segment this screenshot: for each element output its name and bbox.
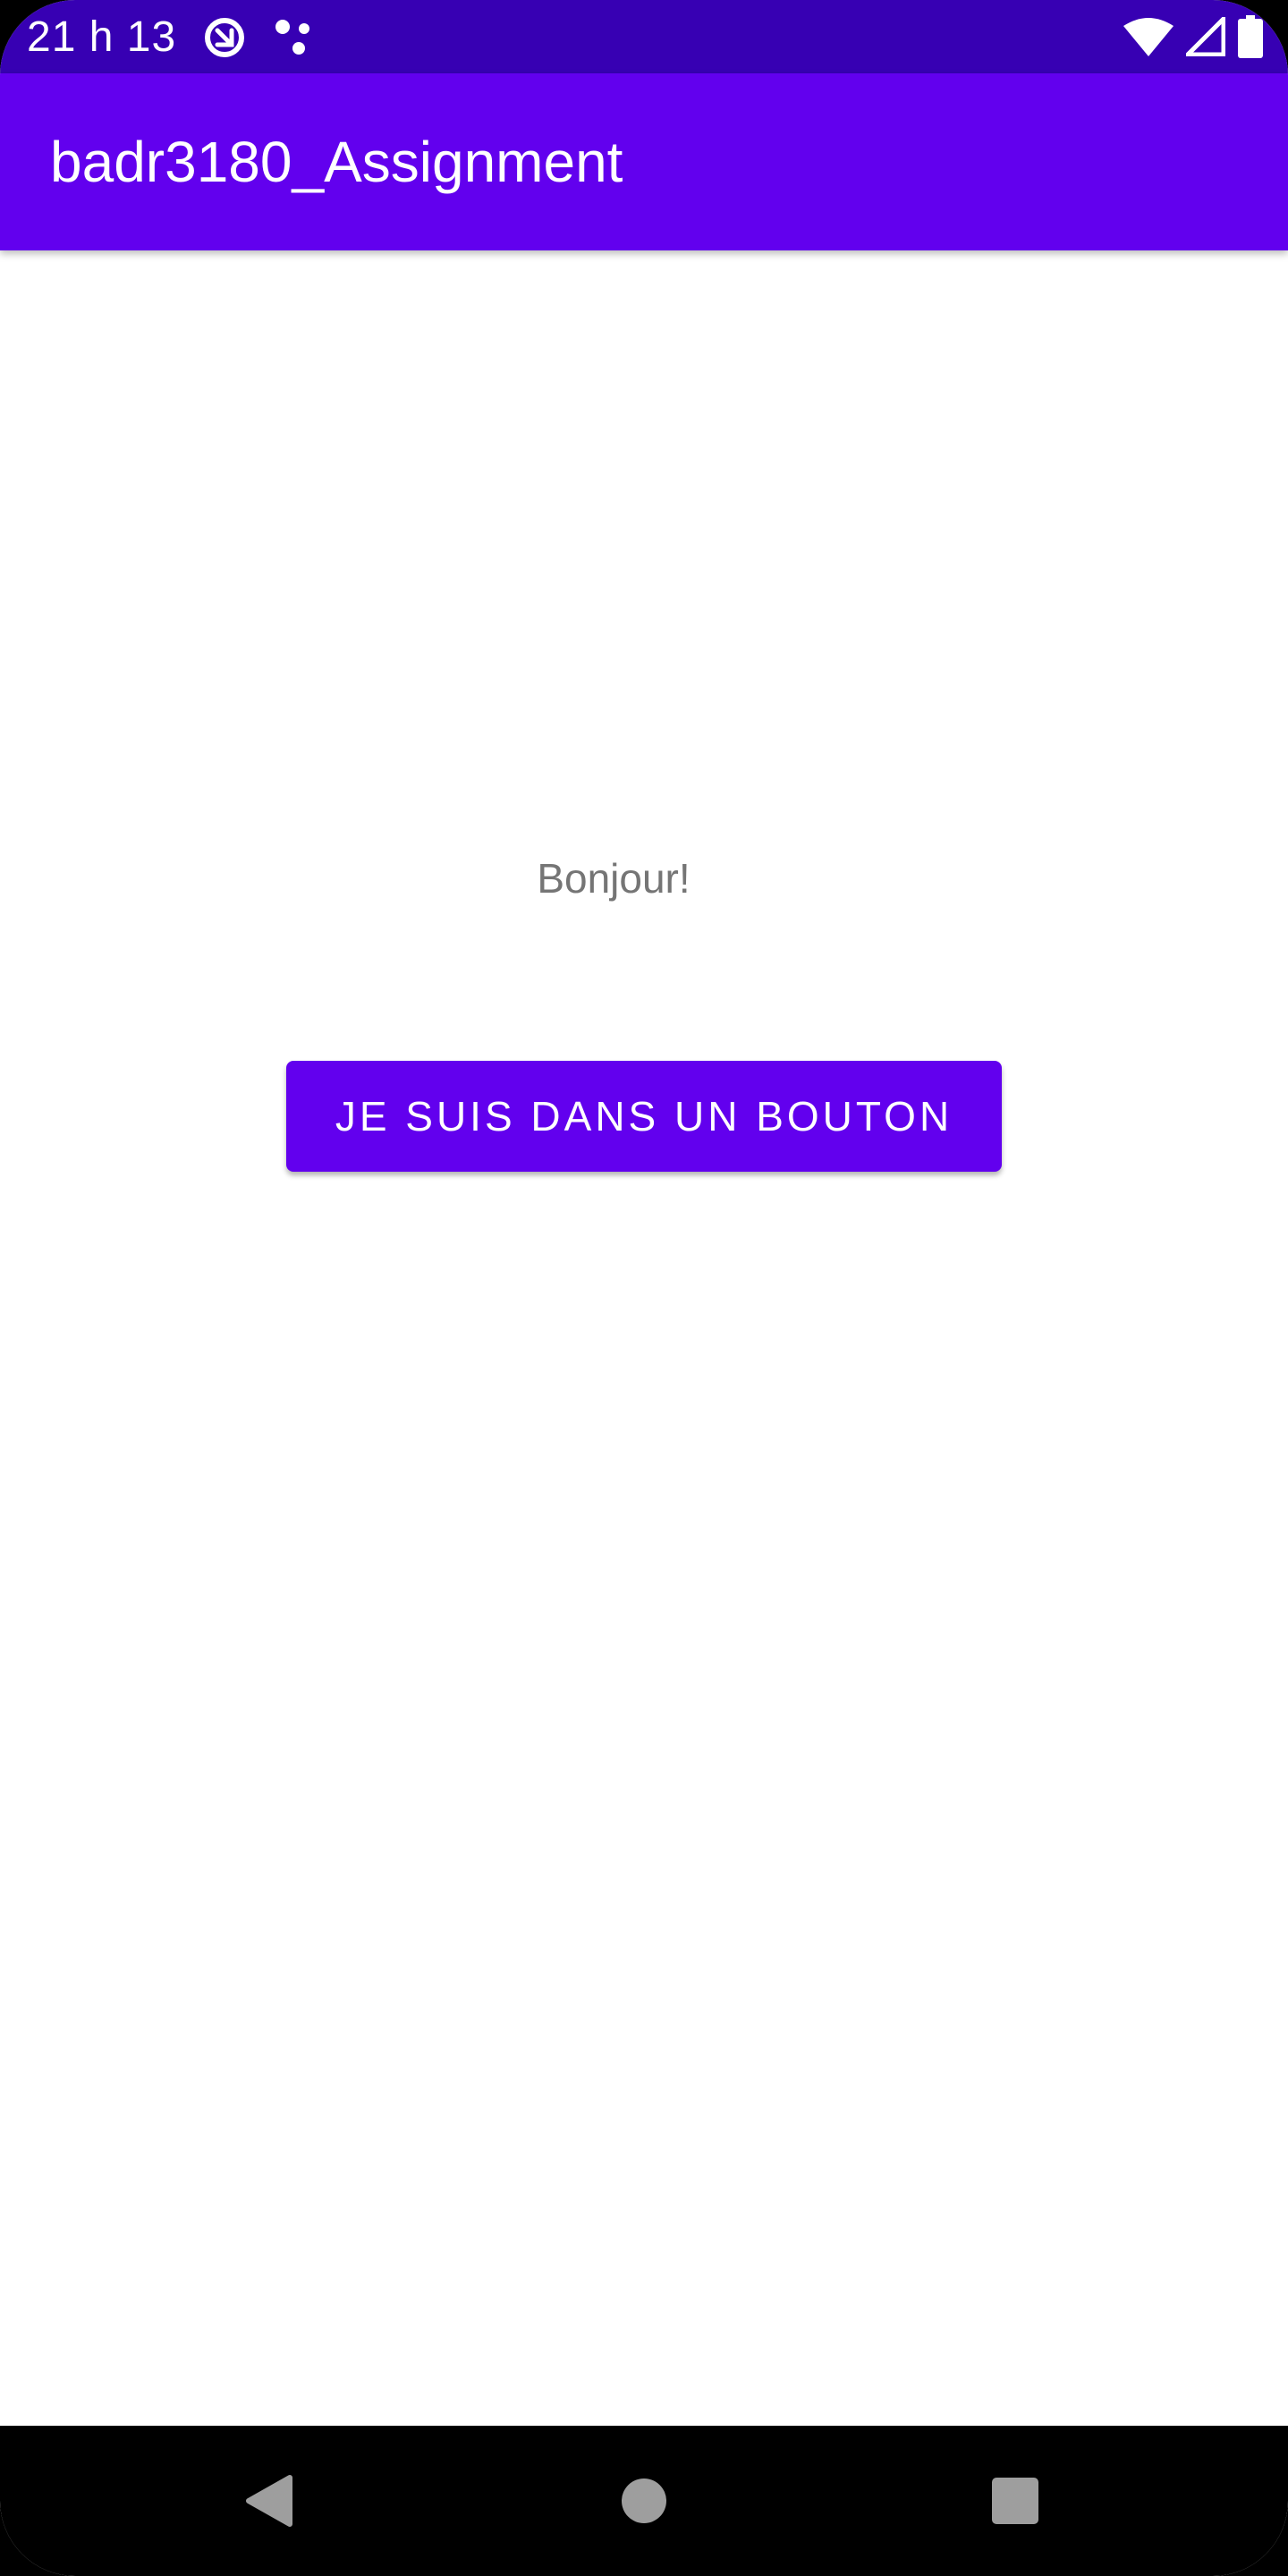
wifi-icon bbox=[1123, 17, 1174, 56]
back-button[interactable] bbox=[215, 2426, 322, 2576]
recents-button[interactable] bbox=[962, 2426, 1069, 2576]
back-icon bbox=[243, 2474, 293, 2528]
data-saver-icon bbox=[202, 15, 247, 60]
status-time: 21 h 13 bbox=[27, 13, 177, 61]
signal-icon bbox=[1186, 17, 1225, 56]
greeting-text: Bonjour! bbox=[537, 855, 691, 902]
phone-screen: 21 h 13 badr3180_Assignment Bonjour! JE … bbox=[0, 0, 1288, 2576]
home-button[interactable] bbox=[590, 2426, 698, 2576]
notification-dots-icon bbox=[274, 18, 315, 57]
app-title: badr3180_Assignment bbox=[50, 130, 623, 194]
main-button[interactable]: JE SUIS DANS UN BOUTON bbox=[286, 1061, 1002, 1172]
navigation-bar bbox=[0, 2426, 1288, 2576]
status-right-icons bbox=[1123, 14, 1263, 59]
home-icon bbox=[620, 2477, 668, 2525]
app-bar: badr3180_Assignment bbox=[0, 73, 1288, 250]
status-left-icons bbox=[202, 16, 315, 59]
recents-icon bbox=[991, 2477, 1039, 2525]
battery-icon bbox=[1238, 15, 1263, 58]
main-content: Bonjour! JE SUIS DANS UN BOUTON bbox=[0, 250, 1288, 2426]
status-bar: 21 h 13 bbox=[0, 0, 1288, 73]
